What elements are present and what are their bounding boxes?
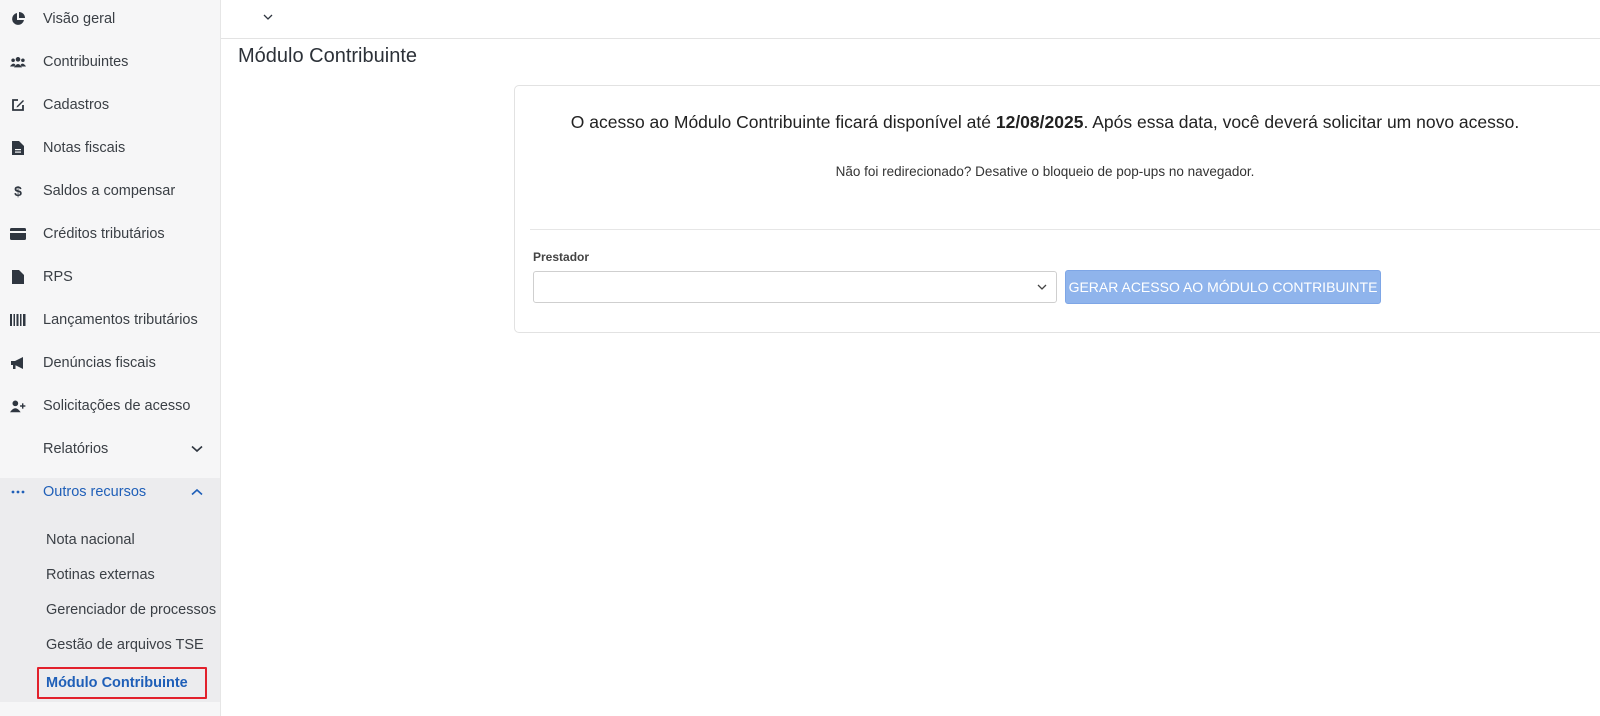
- notice-text-after: . Após essa data, você deverá solicitar …: [1083, 112, 1520, 132]
- subitem-gerenciador-processos[interactable]: Gerenciador de processos: [46, 595, 216, 625]
- megaphone-icon: [10, 355, 26, 371]
- sidebar-item-label: Notas fiscais: [43, 140, 126, 156]
- subitem-gestao-arquivos-tse[interactable]: Gestão de arquivos TSE: [46, 630, 204, 660]
- sidebar-item-label: Cadastros: [43, 97, 110, 113]
- chevron-down-icon[interactable]: [261, 10, 275, 24]
- subitem-label: Módulo Contribuinte: [46, 675, 188, 691]
- divider: [530, 229, 1600, 230]
- subitem-label: Gestão de arquivos TSE: [46, 637, 204, 653]
- sidebar-item-solicitacoes[interactable]: Solicitações de acesso: [0, 384, 220, 428]
- notice-text-before: O acesso ao Módulo Contribuinte ficará d…: [570, 112, 996, 132]
- subitem-modulo-contribuinte[interactable]: Módulo Contribuinte: [46, 668, 188, 698]
- sidebar: Visão geral Contribuintes Cadastros Nota…: [0, 0, 221, 716]
- chevron-down-icon: [1036, 281, 1048, 293]
- sidebar-item-label: Relatórios: [43, 441, 109, 457]
- sidebar-item-denuncias[interactable]: Denúncias fiscais: [0, 341, 220, 385]
- sidebar-item-visao-geral[interactable]: Visão geral: [0, 0, 220, 41]
- sidebar-item-label: Contribuintes: [43, 54, 129, 70]
- sidebar-item-label: Solicitações de acesso: [43, 398, 191, 414]
- pie-chart-icon: [10, 11, 26, 27]
- generate-access-button[interactable]: GERAR ACESSO AO MÓDULO CONTRIBUINTE: [1065, 270, 1381, 304]
- sidebar-item-saldos[interactable]: $ Saldos a compensar: [0, 169, 220, 213]
- sidebar-item-label: RPS: [43, 269, 73, 285]
- notice-date: 12/08/2025: [995, 112, 1084, 132]
- sidebar-item-lancamentos[interactable]: Lançamentos tributários: [0, 298, 220, 342]
- sidebar-item-relatorios[interactable]: Relatórios: [0, 427, 220, 471]
- sidebar-item-contribuintes[interactable]: Contribuintes: [0, 40, 220, 84]
- page-title: Módulo Contribuinte: [238, 45, 417, 67]
- subitem-label: Rotinas externas: [46, 567, 155, 583]
- prestador-select[interactable]: [533, 271, 1057, 303]
- sidebar-item-label: Saldos a compensar: [43, 183, 176, 199]
- chevron-up-icon: [190, 485, 204, 499]
- notice-message: O acesso ao Módulo Contribuinte ficará d…: [515, 112, 1575, 132]
- edit-icon: [10, 97, 26, 113]
- sidebar-item-creditos[interactable]: Créditos tributários: [0, 212, 220, 256]
- file-icon: [10, 140, 26, 156]
- user-plus-icon: [10, 398, 26, 414]
- users-icon: [10, 54, 26, 70]
- credit-card-icon: [10, 226, 26, 242]
- sidebar-item-label: Lançamentos tributários: [43, 312, 198, 328]
- sidebar-item-notas-fiscais[interactable]: Notas fiscais: [0, 126, 220, 170]
- sidebar-item-cadastros[interactable]: Cadastros: [0, 83, 220, 127]
- file-icon: [10, 269, 26, 285]
- sidebar-item-label: Outros recursos: [43, 484, 147, 500]
- sidebar-item-outros-recursos[interactable]: Outros recursos: [0, 470, 220, 514]
- sidebar-item-label: Créditos tributários: [43, 226, 165, 242]
- top-bar: [221, 0, 1600, 39]
- sidebar-item-label: Visão geral: [43, 11, 116, 27]
- barcode-icon: [10, 312, 26, 328]
- sidebar-item-rps[interactable]: RPS: [0, 255, 220, 299]
- subitem-nota-nacional[interactable]: Nota nacional: [46, 525, 135, 555]
- subitem-label: Nota nacional: [46, 532, 135, 548]
- access-card: O acesso ao Módulo Contribuinte ficará d…: [514, 85, 1600, 333]
- dollar-icon: $: [14, 183, 22, 199]
- sidebar-item-label: Denúncias fiscais: [43, 355, 156, 371]
- popup-hint: Não foi redirecionado? Desative o bloque…: [835, 164, 1255, 179]
- chevron-down-icon: [190, 442, 204, 456]
- ellipsis-icon: [10, 484, 26, 500]
- subitem-label: Gerenciador de processos: [46, 602, 217, 618]
- prestador-label: Prestador: [533, 250, 590, 264]
- subitem-rotinas-externas[interactable]: Rotinas externas: [46, 560, 155, 590]
